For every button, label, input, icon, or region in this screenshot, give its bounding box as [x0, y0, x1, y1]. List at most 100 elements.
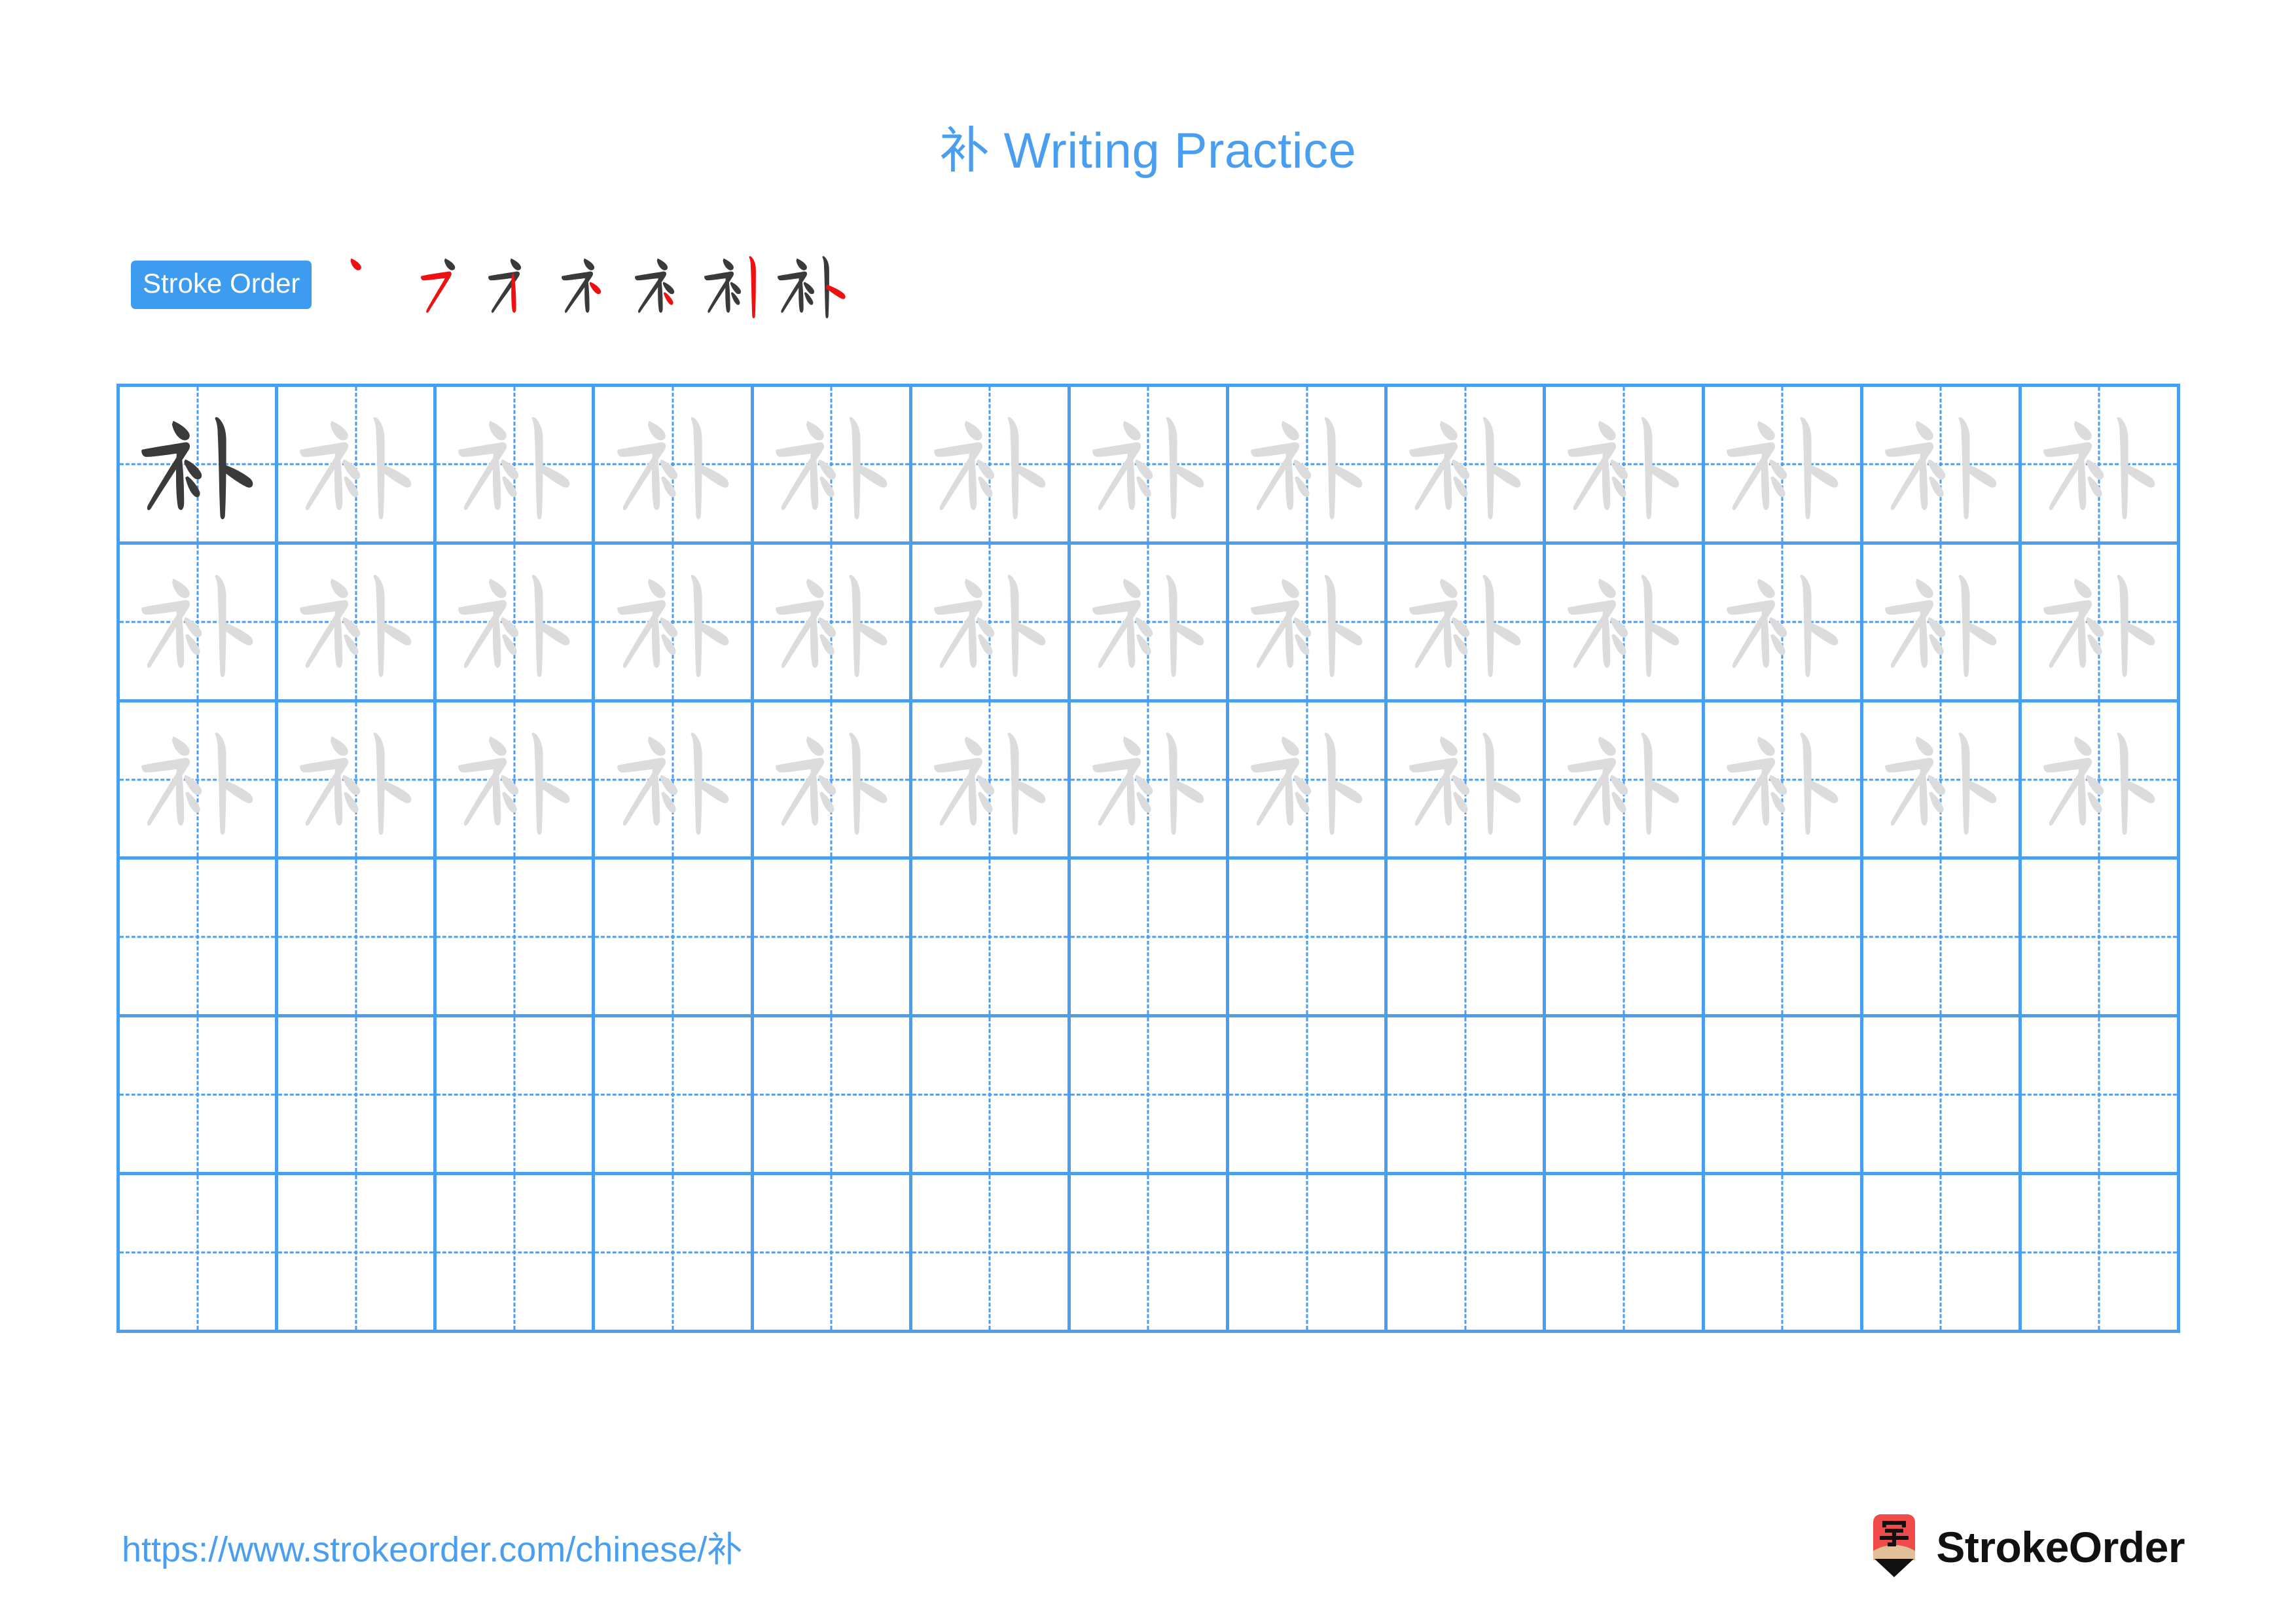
practice-cell[interactable]: [2021, 1017, 2180, 1176]
practice-cell[interactable]: [2021, 387, 2180, 545]
practice-cell[interactable]: [278, 544, 437, 702]
trace-character: [754, 545, 909, 699]
practice-cell[interactable]: [120, 387, 279, 545]
practice-cell[interactable]: [2021, 544, 2180, 702]
practice-cell[interactable]: [1546, 702, 1705, 860]
practice-cell[interactable]: [1070, 1017, 1230, 1176]
trace-character: [1863, 387, 2018, 541]
practice-cell[interactable]: [278, 387, 437, 545]
practice-cell[interactable]: [1704, 702, 1863, 860]
practice-cell[interactable]: [1863, 860, 2022, 1018]
practice-cell[interactable]: [1704, 544, 1863, 702]
stroke-order-section: Stroke Order: [131, 255, 848, 319]
practice-cell[interactable]: [1229, 544, 1388, 702]
trace-character: [1229, 702, 1384, 857]
practice-cell[interactable]: [2021, 860, 2180, 1018]
practice-cell[interactable]: [1704, 860, 1863, 1018]
practice-cell[interactable]: [753, 1175, 912, 1333]
practice-cell[interactable]: [1546, 1175, 1705, 1333]
trace-character: [1546, 387, 1701, 541]
practice-cell[interactable]: [1388, 702, 1547, 860]
practice-cell[interactable]: [120, 1175, 279, 1333]
stroke-step-1: [335, 248, 408, 321]
trace-character: [1705, 387, 1860, 541]
practice-cell[interactable]: [120, 860, 279, 1018]
trace-character: [912, 387, 1067, 541]
practice-cell[interactable]: [278, 1175, 437, 1333]
practice-cell[interactable]: [120, 544, 279, 702]
practice-cell[interactable]: [912, 1017, 1071, 1176]
stroke-order-pencil-icon: [1869, 1514, 1919, 1580]
practice-cell[interactable]: [437, 387, 596, 545]
stroke-step-3: [482, 248, 555, 321]
practice-cell[interactable]: [1070, 860, 1230, 1018]
practice-cell[interactable]: [912, 544, 1071, 702]
practice-cell[interactable]: [1229, 387, 1388, 545]
practice-cell[interactable]: [753, 387, 912, 545]
practice-cell[interactable]: [753, 544, 912, 702]
practice-cell[interactable]: [120, 1017, 279, 1176]
practice-cell[interactable]: [912, 387, 1071, 545]
stroke-step-4: [555, 248, 628, 321]
trace-character: [1863, 545, 2018, 699]
practice-cell[interactable]: [753, 702, 912, 860]
practice-cell[interactable]: [753, 1017, 912, 1176]
practice-cell[interactable]: [1704, 1017, 1863, 1176]
practice-cell[interactable]: [595, 1017, 754, 1176]
practice-cell[interactable]: [1863, 544, 2022, 702]
practice-cell[interactable]: [1704, 387, 1863, 545]
practice-cell[interactable]: [1704, 1175, 1863, 1333]
practice-cell[interactable]: [278, 702, 437, 860]
practice-cell[interactable]: [2021, 702, 2180, 860]
practice-cell[interactable]: [912, 1175, 1071, 1333]
practice-cell[interactable]: [1388, 1017, 1547, 1176]
practice-cell[interactable]: [1070, 1175, 1230, 1333]
practice-cell[interactable]: [595, 702, 754, 860]
practice-cell[interactable]: [437, 1175, 596, 1333]
practice-cell[interactable]: [1546, 1017, 1705, 1176]
trace-character: [437, 387, 592, 541]
practice-cell[interactable]: [1070, 544, 1230, 702]
practice-cell[interactable]: [278, 1017, 437, 1176]
trace-character: [120, 545, 275, 699]
practice-cell[interactable]: [912, 860, 1071, 1018]
trace-character: [2022, 702, 2177, 857]
trace-character: [754, 387, 909, 541]
practice-cell[interactable]: [1388, 387, 1547, 545]
practice-cell[interactable]: [1388, 544, 1547, 702]
practice-cell[interactable]: [1546, 387, 1705, 545]
practice-cell[interactable]: [437, 1017, 596, 1176]
practice-cell[interactable]: [1546, 544, 1705, 702]
practice-cell[interactable]: [437, 544, 596, 702]
footer-url[interactable]: https://www.strokeorder.com/chinese/补: [122, 1520, 742, 1572]
practice-cell[interactable]: [595, 387, 754, 545]
practice-cell[interactable]: [1863, 702, 2022, 860]
practice-cell[interactable]: [437, 702, 596, 860]
practice-cell[interactable]: [1070, 387, 1230, 545]
practice-cell[interactable]: [1070, 702, 1230, 860]
practice-cell[interactable]: [595, 544, 754, 702]
practice-cell[interactable]: [1863, 1175, 2022, 1333]
practice-cell[interactable]: [912, 702, 1071, 860]
practice-cell[interactable]: [278, 860, 437, 1018]
practice-cell[interactable]: [120, 702, 279, 860]
practice-cell[interactable]: [1388, 860, 1547, 1018]
practice-cell[interactable]: [1229, 1017, 1388, 1176]
practice-cell[interactable]: [595, 860, 754, 1018]
practice-cell[interactable]: [1388, 1175, 1547, 1333]
practice-cell[interactable]: [1229, 702, 1388, 860]
practice-cell[interactable]: [437, 860, 596, 1018]
practice-cell[interactable]: [753, 860, 912, 1018]
stroke-order-steps: [335, 248, 848, 321]
practice-cell[interactable]: [1546, 860, 1705, 1018]
stroke-order-badge: Stroke Order: [131, 261, 312, 309]
practice-cell[interactable]: [1229, 860, 1388, 1018]
practice-cell[interactable]: [1863, 387, 2022, 545]
trace-character: [1071, 545, 1226, 699]
practice-cell[interactable]: [1229, 1175, 1388, 1333]
practice-cell[interactable]: [1863, 1017, 2022, 1176]
practice-cell[interactable]: [595, 1175, 754, 1333]
trace-character: [278, 702, 433, 857]
trace-character: [120, 702, 275, 857]
practice-cell[interactable]: [2021, 1175, 2180, 1333]
